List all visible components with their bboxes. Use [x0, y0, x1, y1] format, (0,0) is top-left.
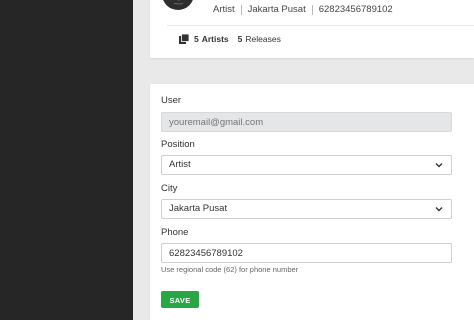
- profile-stats: 5 Artists 5 Releases: [179, 33, 281, 44]
- phone-hint: Use regional code (62) for phone number: [161, 265, 299, 274]
- save-button[interactable]: SAVE: [161, 291, 199, 308]
- avatar: [162, 0, 194, 10]
- profile-role: Artist: [213, 4, 235, 15]
- city-label: City: [161, 183, 178, 194]
- releases-count: 5: [237, 34, 243, 44]
- sidebar: [0, 0, 133, 320]
- artists-label: Artists: [201, 34, 229, 44]
- chevron-down-icon: [435, 163, 443, 168]
- position-select[interactable]: Artist: [161, 155, 452, 175]
- card-divider: [167, 25, 474, 26]
- user-email-field[interactable]: [161, 112, 452, 132]
- city-value: Jakarta Pusat: [169, 203, 228, 214]
- chevron-down-icon: [435, 207, 443, 212]
- phone-label: Phone: [161, 227, 189, 238]
- user-label: User: [161, 95, 182, 106]
- position-value: Artist: [169, 159, 191, 170]
- profile-card: Artist Jakarta Pusat 62823456789102 5 Ar…: [150, 0, 474, 58]
- position-label: Position: [161, 139, 195, 150]
- meta-separator: [311, 4, 313, 15]
- artists-count: 5: [194, 34, 199, 44]
- profile-form: User Position Artist City Jakarta Pusat …: [150, 84, 474, 320]
- main-content: Artist Jakarta Pusat 62823456789102 5 Ar…: [133, 0, 474, 320]
- profile-city: Jakarta Pusat: [247, 4, 306, 15]
- library-icon: [179, 33, 190, 44]
- profile-meta: Artist Jakarta Pusat 62823456789102: [213, 4, 393, 15]
- city-select[interactable]: Jakarta Pusat: [161, 199, 452, 219]
- profile-phone: 62823456789102: [318, 4, 393, 15]
- releases-label: Releases: [245, 34, 281, 44]
- phone-field[interactable]: [161, 243, 452, 263]
- meta-separator: [240, 4, 242, 15]
